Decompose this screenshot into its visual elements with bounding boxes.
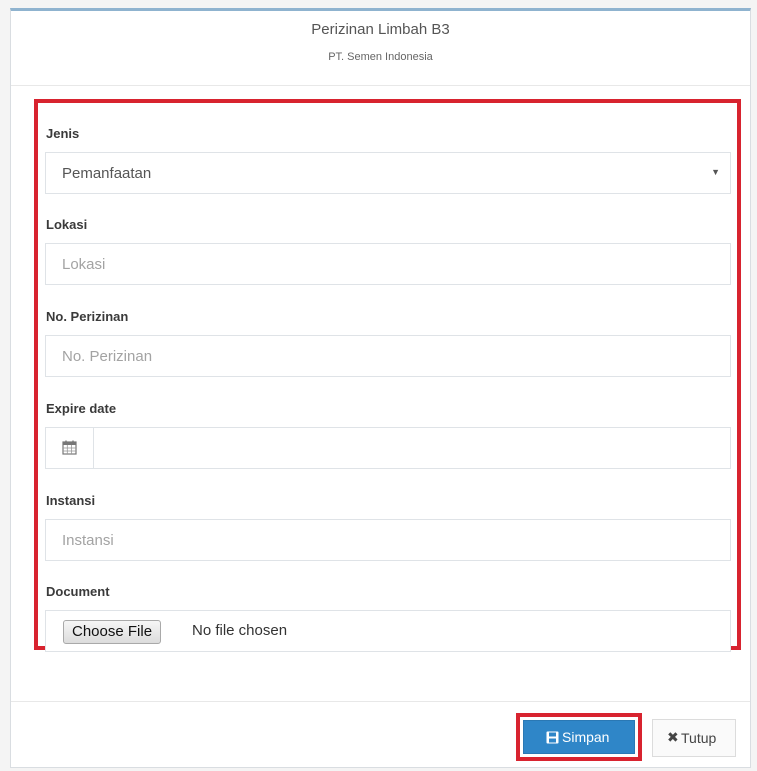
modal-title: Perizinan Limbah B3: [311, 21, 450, 38]
modal-footer: Simpan ✖ Tutup: [11, 701, 750, 769]
close-button[interactable]: ✖ Tutup: [652, 719, 736, 757]
chevron-down-icon: ▼: [711, 167, 720, 177]
lokasi-label: Lokasi: [46, 217, 88, 232]
lokasi-placeholder: Lokasi: [62, 256, 106, 273]
no-perizinan-label: No. Perizinan: [46, 309, 129, 324]
jenis-select[interactable]: Pemanfaatan ▼: [45, 152, 731, 194]
close-icon: ✖: [667, 729, 679, 745]
expire-date-input[interactable]: [45, 427, 731, 469]
instansi-label: Instansi: [46, 493, 96, 508]
modal-subtitle: PT. Semen Indonesia: [328, 51, 433, 63]
jenis-selected-value: Pemanfaatan: [62, 165, 152, 182]
instansi-placeholder: Instansi: [62, 532, 114, 549]
modal-header: Perizinan Limbah B3 PT. Semen Indonesia: [11, 11, 750, 86]
calendar-icon: [62, 440, 77, 455]
no-perizinan-placeholder: No. Perizinan: [62, 348, 153, 365]
floppy-disk-icon: [546, 731, 559, 744]
form-highlight-box: Jenis Pemanfaatan ▼ Lokasi Lokasi No. Pe…: [34, 99, 741, 652]
instansi-input[interactable]: Instansi: [45, 519, 731, 561]
no-perizinan-input[interactable]: No. Perizinan: [45, 335, 731, 377]
file-status-text: No file chosen: [192, 622, 288, 639]
document-file-input[interactable]: Choose File No file chosen: [45, 610, 731, 652]
close-button-label: Tutup: [681, 730, 717, 746]
choose-file-button[interactable]: Choose File: [63, 620, 162, 644]
save-button[interactable]: Simpan: [523, 720, 635, 754]
save-button-label: Simpan: [562, 729, 610, 745]
calendar-addon[interactable]: [46, 428, 94, 468]
expire-date-label: Expire date: [46, 401, 117, 416]
modal-dialog: Perizinan Limbah B3 PT. Semen Indonesia …: [10, 8, 751, 768]
document-label: Document: [46, 584, 110, 599]
jenis-label: Jenis: [46, 126, 80, 141]
lokasi-input[interactable]: Lokasi: [45, 243, 731, 285]
save-highlight-box: Simpan: [516, 713, 642, 761]
